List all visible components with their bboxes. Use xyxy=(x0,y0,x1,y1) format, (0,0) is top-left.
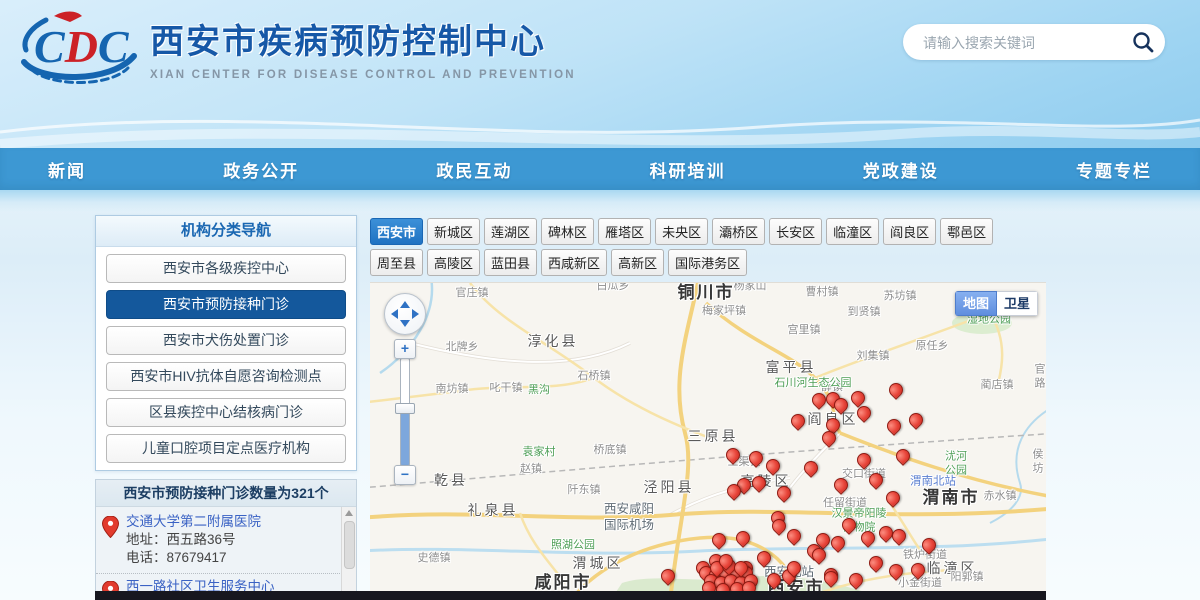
district-tab[interactable]: 阎良区 xyxy=(883,218,937,245)
site-titles: 西安市疾病预防控制中心 XIAN CENTER FOR DISEASE CONT… xyxy=(150,14,576,81)
nav-item[interactable]: 政民互动 xyxy=(436,157,512,182)
clinic-scrollbar[interactable] xyxy=(341,507,356,600)
nav-item[interactable]: 党政建设 xyxy=(863,157,939,182)
clinic-panel: 西安市预防接种门诊数量为321个 交通大学第二附属医院 地址：西五路36号 电话：8… xyxy=(95,479,357,600)
district-tab[interactable]: 鄠邑区 xyxy=(940,218,994,245)
district-tab[interactable]: 西咸新区 xyxy=(541,249,608,276)
district-tabs: 西安市 新城区 莲湖区 碑林区 雁塔区 未央区 灞桥区 长安区 临潼区 阎良区 鄠邑区周至县 高陵区蓝… xyxy=(370,218,1046,283)
pan-left-icon[interactable] xyxy=(391,309,398,319)
sidebar: 机构分类导航 西安市各级疾控中心 西安市预防接种门诊 西安市犬伤处置门诊 西安市HIV… xyxy=(95,215,357,600)
clinic-info: 交通大学第二附属医院 地址：西五路36号 电话：87679417 xyxy=(126,513,338,567)
clinic-phone: 电话：87679417 xyxy=(126,550,227,565)
search-input[interactable] xyxy=(921,24,1115,62)
clinic-name-link[interactable]: 交通大学第二附属医院 xyxy=(126,513,338,531)
location-pin-icon xyxy=(101,513,126,567)
district-tab[interactable]: 碑林区 xyxy=(541,218,595,245)
nav-underglow-decoration xyxy=(0,190,1200,212)
district-tab[interactable]: 未央区 xyxy=(655,218,709,245)
site-header: CDC 西安市疾病预防控制中心 XIAN CENTER FOR DISEASE … xyxy=(0,0,1200,148)
category-button[interactable]: 西安市犬伤处置门诊 xyxy=(106,326,346,355)
site-title: 西安市疾病预防控制中心 xyxy=(150,23,546,61)
svg-text:CDC: CDC xyxy=(34,21,130,72)
site-subtitle: XIAN CENTER FOR DISEASE CONTROL AND PREV… xyxy=(150,69,576,81)
category-panel-title: 机构分类导航 xyxy=(96,216,356,247)
site-search xyxy=(903,24,1165,62)
pan-down-icon[interactable] xyxy=(400,320,410,327)
clinic-item: 交通大学第二附属医院 地址：西五路36号 电话：87679417 xyxy=(96,509,342,574)
map-column: 西安市 新城区 莲湖区 碑林区 雁塔区 未央区 灞桥区 长安区 临潼区 阎良区 鄠邑区周至县 高陵区蓝… xyxy=(370,218,1046,600)
category-button[interactable]: 区县疾控中心结核病门诊 xyxy=(106,398,346,427)
pan-right-icon[interactable] xyxy=(412,309,419,319)
bottom-bar-decoration xyxy=(95,591,1046,600)
nav-item[interactable]: 新闻 xyxy=(48,157,86,182)
district-tab[interactable]: 长安区 xyxy=(769,218,823,245)
search-icon[interactable] xyxy=(1131,30,1155,54)
nav-item[interactable]: 科研培训 xyxy=(650,157,726,182)
category-button[interactable]: 西安市各级疾控中心 xyxy=(106,254,346,283)
category-button[interactable]: 西安市HIV抗体自愿咨询检测点 xyxy=(106,362,346,391)
district-tab[interactable]: 新城区 xyxy=(427,218,481,245)
main-nav: 新闻 政务公开 政民互动 科研培训 党政建设 专题专栏 xyxy=(0,148,1200,190)
header-wave-decoration xyxy=(0,118,1200,148)
category-list: 西安市各级疾控中心 西安市预防接种门诊 西安市犬伤处置门诊 西安市HIV抗体自愿咨询检… xyxy=(96,254,356,463)
map-type-map-button[interactable]: 地图 xyxy=(955,291,997,316)
district-tab[interactable]: 高陵区 xyxy=(427,249,481,276)
map-roads-decoration xyxy=(370,283,1046,600)
scroll-up-icon[interactable] xyxy=(345,510,353,516)
nav-item[interactable]: 政务公开 xyxy=(223,157,299,182)
scrollbar-thumb[interactable] xyxy=(344,521,355,569)
district-tab[interactable]: 周至县 xyxy=(370,249,424,276)
map-canvas[interactable]: + − 地图 卫星 官庄镇 白瓜乡 杨家山 梅家坪镇 曹村镇 苏坊镇 到贤镇 宫里镇 北牌乡 石桥… xyxy=(370,282,1046,600)
district-tab[interactable]: 国际港务区 xyxy=(668,249,748,276)
category-button[interactable]: 西安市预防接种门诊 xyxy=(106,290,346,319)
category-panel: 机构分类导航 西安市各级疾控中心 西安市预防接种门诊 西安市犬伤处置门诊 西安市HIV… xyxy=(95,215,357,471)
district-tab[interactable]: 灞桥区 xyxy=(712,218,766,245)
zoom-in-button[interactable]: + xyxy=(394,339,416,359)
zoom-slider-handle[interactable] xyxy=(395,403,415,414)
district-tab[interactable]: 蓝田县 xyxy=(484,249,538,276)
clinic-list: 交通大学第二附属医院 地址：西五路36号 电话：87679417 西一路社区卫生服务中… xyxy=(96,507,342,600)
category-button[interactable]: 儿童口腔项目定点医疗机构 xyxy=(106,434,346,463)
district-tab[interactable]: 莲湖区 xyxy=(484,218,538,245)
map-type-satellite-button[interactable]: 卫星 xyxy=(997,291,1038,316)
page: CDC 西安市疾病预防控制中心 XIAN CENTER FOR DISEASE … xyxy=(0,0,1200,600)
district-tab[interactable]: 高新区 xyxy=(611,249,665,276)
map-pan-control xyxy=(384,293,426,335)
clinic-address: 地址：西五路36号 xyxy=(126,532,236,547)
district-tab[interactable]: 雁塔区 xyxy=(598,218,652,245)
cdc-logo: CDC xyxy=(21,11,137,84)
district-tab[interactable]: 西安市 xyxy=(370,218,424,245)
pan-up-icon[interactable] xyxy=(400,301,410,308)
district-tab[interactable]: 临潼区 xyxy=(826,218,880,245)
nav-item[interactable]: 专题专栏 xyxy=(1076,157,1152,182)
clinic-count-text: 西安市预防接种门诊数量为321个 xyxy=(96,480,356,507)
zoom-out-button[interactable]: − xyxy=(394,465,416,485)
map-type-toggle: 地图 卫星 xyxy=(955,291,1038,316)
